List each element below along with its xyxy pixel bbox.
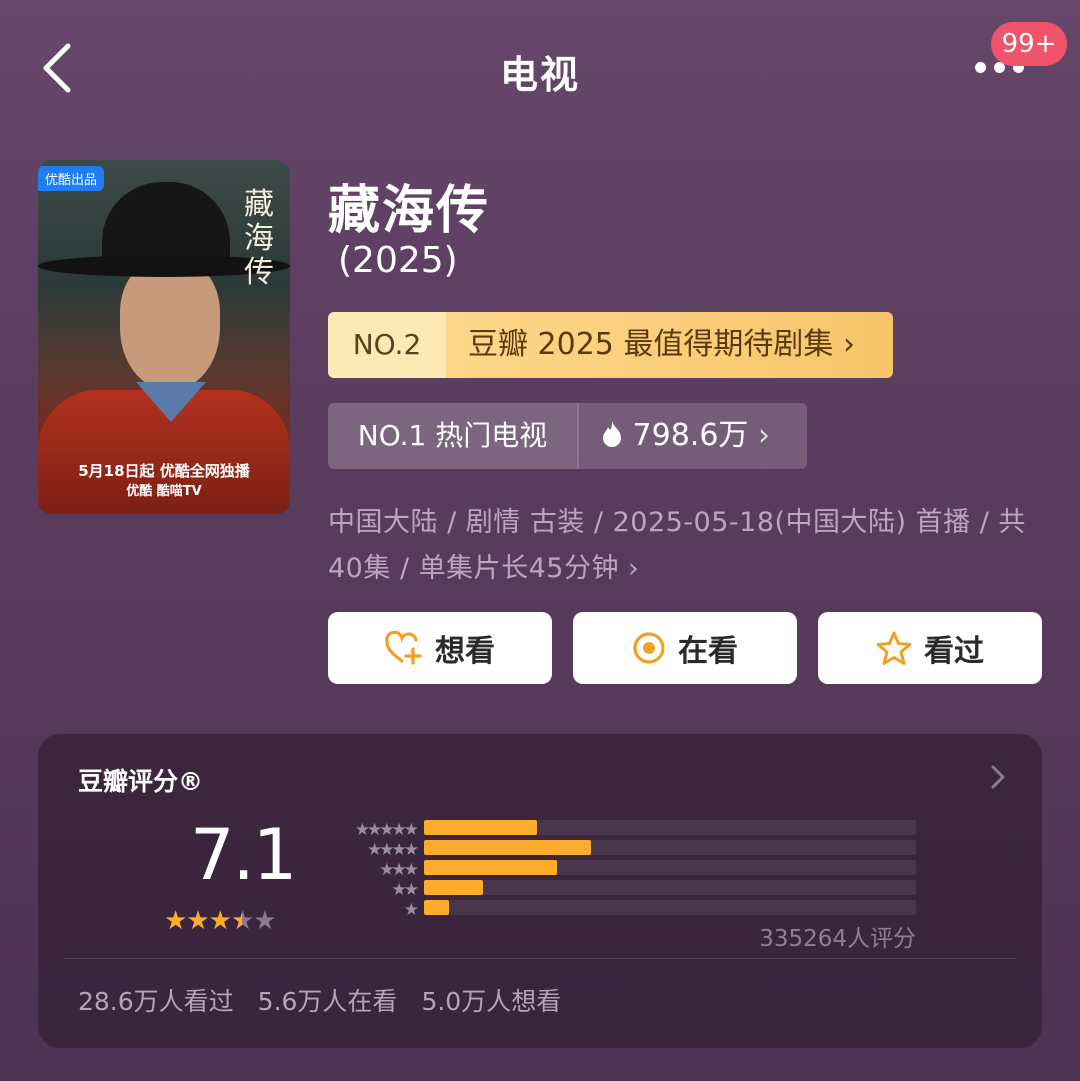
- dist-bar-track: [424, 860, 916, 875]
- dist-bar-fill: [424, 900, 449, 915]
- poster-face: [120, 260, 220, 390]
- target-icon: [633, 632, 665, 664]
- poster-tag: 优酷出品: [38, 166, 105, 191]
- chevron-right-icon: ›: [757, 418, 770, 453]
- want-to-watch-button[interactable]: 想看: [328, 612, 552, 684]
- want-count: 5.0万人想看: [421, 987, 562, 1016]
- dist-bar-track: [424, 820, 916, 835]
- dist-row-4: ★★★★: [306, 840, 419, 860]
- dist-bar-track: [424, 880, 916, 895]
- rating-score: 7.1: [190, 814, 297, 896]
- show-year: (2025): [338, 240, 458, 281]
- dist-bar-fill: [424, 840, 592, 855]
- dist-stars-label: ★★★★: [367, 840, 419, 860]
- watch-counts: 28.6万人看过 5.6万人在看 5.0万人想看: [78, 982, 585, 1018]
- dist-bar-fill: [424, 860, 557, 875]
- poster-release-line: 5月18日起 优酷全网独播: [78, 462, 250, 480]
- dist-bar-track: [424, 900, 916, 915]
- watched-count: 28.6万人看过: [78, 987, 234, 1016]
- show-meta-info[interactable]: 中国大陆 / 剧情 古装 / 2025-05-18(中国大陆) 首播 / 共 4…: [328, 500, 1028, 592]
- watching-button[interactable]: 在看: [573, 612, 797, 684]
- dist-bar-fill: [424, 880, 484, 895]
- watching-count: 5.6万人在看: [257, 987, 398, 1016]
- dist-row-2: ★★: [306, 880, 419, 900]
- chevron-right-icon: ›: [842, 327, 855, 362]
- chevron-right-icon[interactable]: [990, 764, 1006, 790]
- watched-button[interactable]: 看过: [818, 612, 1042, 684]
- ranking-text: 豆瓣 2025 最值得期待剧集 ›: [446, 312, 893, 378]
- dist-stars-label: ★★★★★: [354, 820, 419, 840]
- want-to-watch-label: 想看: [435, 634, 495, 669]
- douban-rating-card[interactable]: 豆瓣评分® 7.1 ★★★★★ ★★★★★ ★★★★ ★★★ ★★ ★ 3352…: [38, 734, 1042, 1048]
- flame-icon: [603, 421, 621, 447]
- notification-badge: 99+: [991, 22, 1067, 66]
- poster-vertical-title: 藏海传: [244, 187, 274, 290]
- ranking-hot-tv[interactable]: NO.1 热门电视 798.6万 ›: [328, 403, 807, 469]
- page-title: 电视: [499, 53, 580, 97]
- meta-line-1: 中国大陆 / 剧情 古装 / 2025-05-18(中国大陆) 首播 / 共: [328, 507, 1026, 538]
- heart-plus-icon: [385, 631, 422, 665]
- show-title: 藏海传: [328, 181, 491, 241]
- dist-stars-label: ★: [403, 900, 419, 920]
- dist-row-3: ★★★: [306, 860, 419, 880]
- rating-title: 豆瓣评分®: [78, 767, 204, 796]
- dist-stars-label: ★★: [391, 880, 419, 900]
- ranking-expected-series[interactable]: NO.2 豆瓣 2025 最值得期待剧集 ›: [328, 312, 893, 378]
- heat-count: 798.6万 ›: [579, 403, 770, 469]
- ranking-number: NO.2: [328, 312, 446, 378]
- dist-bar-fill: [424, 820, 538, 835]
- poster-image[interactable]: 优酷出品 藏海传 5月18日起 优酷全网独播 优酷 酷喵TV: [38, 160, 290, 514]
- watched-label: 看过: [924, 634, 984, 669]
- ranking-number: NO.1 热门电视: [328, 403, 579, 469]
- meta-line-2: 40集 / 单集片长45分钟 ›: [328, 553, 640, 584]
- vote-count: 335264人评分: [759, 926, 916, 952]
- dist-stars-label: ★★★: [379, 860, 419, 880]
- dist-bar-track: [424, 840, 916, 855]
- star-outline-icon: [876, 631, 912, 665]
- dist-row-5: ★★★★★: [306, 820, 419, 840]
- poster-platform-line: 优酷 酷喵TV: [126, 484, 202, 499]
- dist-row-1: ★: [306, 900, 419, 920]
- watching-label: 在看: [678, 634, 738, 669]
- divider: [64, 958, 1016, 959]
